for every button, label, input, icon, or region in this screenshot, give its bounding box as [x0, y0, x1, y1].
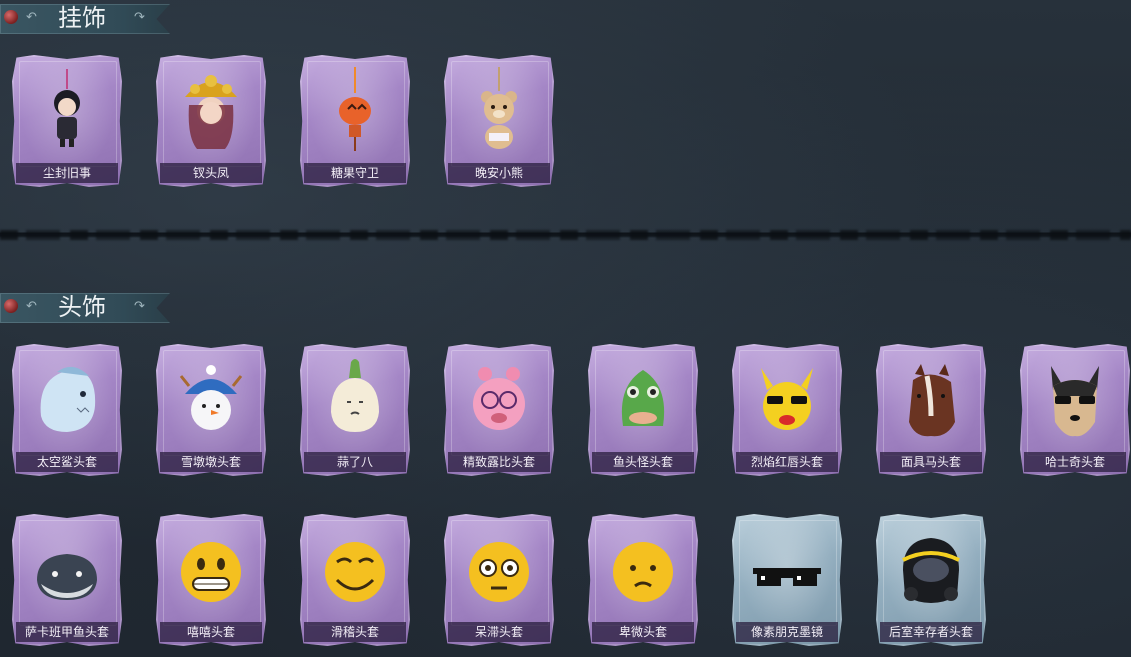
item-label: 烈焰红唇头套 — [750, 455, 823, 469]
fish-whale-head-icon — [37, 554, 97, 600]
item-label: 晚安小熊 — [474, 166, 523, 180]
swirl-right-icon: ↷ — [134, 10, 145, 25]
phoenix-crown-pendant-icon — [185, 75, 237, 149]
item-label: 面具马头套 — [900, 455, 961, 469]
section-divider — [0, 228, 1131, 242]
item-card[interactable]: 钗头凤 — [156, 55, 266, 187]
item-card[interactable]: 太空鲨头套 — [12, 344, 122, 476]
item-card[interactable]: 晚安小熊 — [444, 55, 554, 187]
chibi-boy-pendant-icon — [54, 69, 80, 147]
item-card[interactable]: 哈士奇头套 — [1020, 344, 1130, 476]
item-label: 太空鲨头套 — [36, 455, 97, 469]
item-label: 后室幸存者头套 — [888, 625, 973, 639]
item-label: 哈士奇头套 — [1044, 455, 1105, 469]
horse-mask-icon — [909, 364, 955, 437]
garlic-head-icon — [331, 359, 379, 432]
item-label: 糖果守卫 — [330, 166, 379, 180]
item-label: 尘封旧事 — [42, 166, 91, 180]
section-title: 挂饰 — [58, 4, 106, 32]
item-card[interactable]: 嘻嘻头套 — [156, 514, 266, 646]
item-label: 雪墩墩头套 — [180, 455, 241, 469]
item-card[interactable]: 卑微头套 — [588, 514, 698, 646]
gas-mask-helmet-icon — [902, 538, 960, 603]
item-card[interactable]: 面具马头套 — [876, 344, 986, 476]
grin-emoji-head-icon — [181, 542, 241, 602]
swirl-right-icon: ↷ — [134, 299, 145, 314]
item-label: 像素朋克墨镜 — [750, 625, 823, 639]
section-header-headwear: ↶ ↷ 头饰 — [0, 291, 175, 325]
teddy-bear-pendant-icon — [481, 67, 517, 149]
item-card[interactable]: 后室幸存者头套 — [876, 514, 986, 646]
item-label: 蒜了八 — [336, 455, 373, 469]
item-card[interactable]: 雪墩墩头套 — [156, 344, 266, 476]
item-label: 呆滞头套 — [474, 625, 523, 639]
dazed-emoji-head-icon — [469, 542, 529, 602]
item-label: 卑微头套 — [618, 625, 667, 639]
pin-icon — [4, 299, 18, 313]
item-card[interactable]: 呆滞头套 — [444, 514, 554, 646]
humble-emoji-head-icon — [613, 542, 673, 602]
pin-icon — [4, 10, 18, 24]
funny-emoji-head-icon — [325, 542, 385, 602]
item-card[interactable]: 蒜了八 — [300, 344, 410, 476]
item-card[interactable]: 萨卡班甲鱼头套 — [12, 514, 122, 646]
pixel-sunglasses-icon — [753, 568, 821, 586]
husky-mask-icon — [1051, 366, 1099, 437]
item-card[interactable]: 像素朋克墨镜 — [732, 514, 842, 646]
swirl-left-icon: ↶ — [26, 299, 37, 314]
item-label: 嘻嘻头套 — [186, 625, 235, 639]
swirl-left-icon: ↶ — [26, 10, 37, 25]
section-header-pendants: ↶ ↷ 挂饰 — [0, 2, 175, 36]
item-card[interactable]: 烈焰红唇头套 — [732, 344, 842, 476]
shark-head-icon — [40, 366, 96, 432]
item-label: 鱼头怪头套 — [612, 455, 673, 469]
item-card[interactable]: 鱼头怪头套 — [588, 344, 698, 476]
fish-mask-icon — [621, 370, 665, 426]
item-card[interactable]: 滑稽头套 — [300, 514, 410, 646]
item-card[interactable]: 尘封旧事 — [12, 55, 122, 187]
section-title: 头饰 — [58, 293, 106, 321]
snowman-head-icon — [179, 365, 243, 430]
item-label: 钗头凤 — [192, 166, 229, 180]
item-label: 滑稽头套 — [330, 625, 379, 639]
item-card[interactable]: 糖果守卫 — [300, 55, 410, 187]
item-label: 精致露比头套 — [462, 455, 535, 469]
item-label: 萨卡班甲鱼头套 — [24, 625, 109, 639]
item-card[interactable]: 精致露比头套 — [444, 344, 554, 476]
pumpkin-candy-pendant-icon — [339, 67, 371, 151]
yellow-pikachu-mask-icon — [761, 368, 813, 430]
pink-creature-head-icon — [473, 367, 525, 430]
